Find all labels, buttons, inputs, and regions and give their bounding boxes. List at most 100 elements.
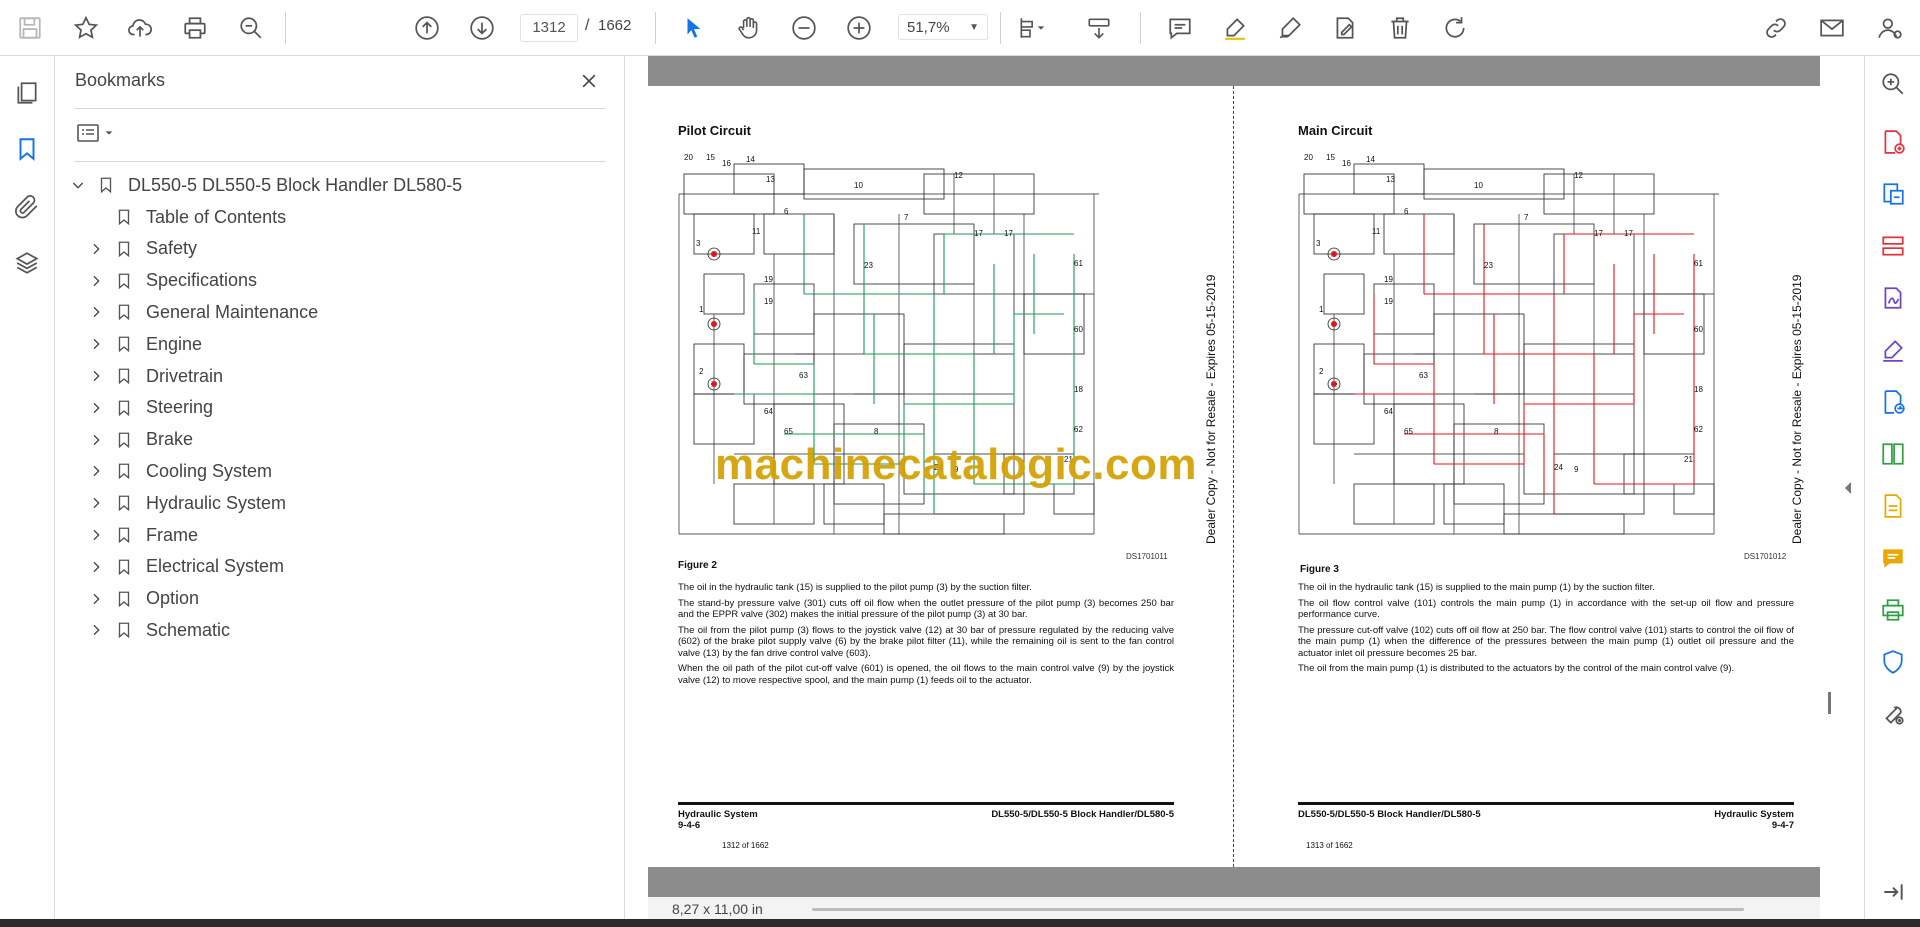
- vertical-scrollbar[interactable]: [1828, 692, 1831, 714]
- chevron-right-icon[interactable]: [86, 461, 106, 481]
- bookmark-item[interactable]: Drivetrain: [86, 361, 223, 391]
- bookmark-item[interactable]: General Maintenance: [86, 297, 318, 327]
- send-for-review-icon[interactable]: [1877, 386, 1909, 418]
- star-icon[interactable]: [68, 10, 104, 46]
- zoom-search-icon[interactable]: [233, 10, 269, 46]
- email-icon[interactable]: [1814, 10, 1850, 46]
- bookmark-panel-icon[interactable]: [10, 132, 44, 166]
- bookmark-item[interactable]: Option: [86, 584, 199, 614]
- footer-model: DL550-5/DL550-5 Block Handler/DL580-5: [991, 809, 1174, 820]
- chevron-right-icon[interactable]: [86, 302, 106, 322]
- zoom-level-select[interactable]: 51,7% ▼: [898, 14, 988, 40]
- schematic-label: 10: [1474, 181, 1483, 190]
- page-thumbnails-icon[interactable]: [10, 76, 44, 110]
- bookmark-item[interactable]: Steering: [86, 393, 213, 423]
- schematic-label: 17: [974, 229, 983, 238]
- print-icon[interactable]: [177, 10, 213, 46]
- edit-pdf-icon[interactable]: [1877, 490, 1909, 522]
- schematic-label: 64: [1384, 407, 1393, 416]
- zoom-out-icon[interactable]: [786, 10, 822, 46]
- bookmark-item[interactable]: Frame: [86, 520, 198, 550]
- bookmark-item[interactable]: Brake: [86, 425, 193, 455]
- bookmark-label: Safety: [146, 238, 198, 259]
- attachment-icon[interactable]: [10, 190, 44, 224]
- zoom-in-icon[interactable]: [841, 10, 877, 46]
- bookmark-icon: [114, 333, 134, 355]
- chevron-right-icon[interactable]: [86, 366, 106, 386]
- chevron-right-icon[interactable]: [86, 398, 106, 418]
- schematic-label: 63: [799, 371, 808, 380]
- chevron-right-icon[interactable]: [86, 589, 106, 609]
- zoom-search-icon[interactable]: [1877, 68, 1909, 100]
- print-production-icon[interactable]: [1877, 594, 1909, 626]
- bookmark-item[interactable]: Schematic: [86, 615, 230, 645]
- organize-pages-icon[interactable]: [1877, 230, 1909, 262]
- delete-icon[interactable]: [1382, 10, 1418, 46]
- bookmark-label: Specifications: [146, 270, 258, 291]
- fill-sign-icon[interactable]: [1327, 10, 1363, 46]
- schematic-label: 1: [1319, 305, 1324, 314]
- expand-panel-icon[interactable]: [1877, 876, 1909, 908]
- layers-icon[interactable]: [10, 246, 44, 280]
- bookmark-item[interactable]: Specifications: [86, 266, 257, 296]
- fill-sign-icon[interactable]: [1877, 334, 1909, 366]
- horizontal-scrollbar[interactable]: [812, 908, 1744, 911]
- bookmark-item[interactable]: Electrical System: [86, 552, 284, 582]
- save-icon[interactable]: [12, 10, 48, 46]
- chevron-right-icon[interactable]: [86, 239, 106, 259]
- chevron-down-icon[interactable]: [1034, 10, 1048, 46]
- chevron-right-icon[interactable]: [86, 620, 106, 640]
- chevron-right-icon[interactable]: [86, 334, 106, 354]
- comment-icon[interactable]: [1162, 10, 1198, 46]
- schematic-component: [1023, 293, 1085, 355]
- more-tools-icon[interactable]: [1877, 698, 1909, 730]
- create-pdf-icon[interactable]: [1877, 126, 1909, 158]
- close-icon[interactable]: [576, 68, 602, 94]
- chevron-right-icon[interactable]: [86, 430, 106, 450]
- bookmark-root[interactable]: DL550-5 DL550-5 Block Handler DL580-5: [68, 170, 462, 200]
- section-title: Pilot Circuit: [678, 123, 751, 138]
- schematic-label: 19: [1384, 275, 1393, 284]
- chevron-right-icon[interactable]: [86, 525, 106, 545]
- schematic-component: [703, 273, 745, 315]
- chevron-right-icon[interactable]: [86, 557, 106, 577]
- page-number-input[interactable]: 1312: [520, 14, 578, 42]
- compare-files-icon[interactable]: [1877, 438, 1909, 470]
- schematic-label: 17: [1624, 229, 1633, 238]
- schematic-label: 65: [1404, 427, 1413, 436]
- bookmark-options-button[interactable]: [76, 118, 128, 148]
- scroll-mode-icon[interactable]: [1081, 10, 1117, 46]
- bookmark-item[interactable]: Cooling System: [86, 456, 272, 486]
- comment-icon[interactable]: [1877, 542, 1909, 574]
- collapse-right-panel-icon[interactable]: [1840, 478, 1856, 498]
- page-down-icon[interactable]: [464, 10, 500, 46]
- bookmark-label: Brake: [146, 429, 194, 450]
- schematic-component: [693, 393, 755, 445]
- chevron-right-icon[interactable]: [86, 493, 106, 513]
- export-pdf-icon[interactable]: [1877, 178, 1909, 210]
- bookmark-item[interactable]: Safety: [86, 234, 197, 264]
- bookmark-item[interactable]: Table of Contents: [86, 202, 286, 232]
- highlight-icon[interactable]: [1217, 10, 1253, 46]
- upload-icon[interactable]: [122, 10, 158, 46]
- select-arrow-icon[interactable]: [676, 10, 712, 46]
- account-icon[interactable]: [1872, 10, 1908, 46]
- divider: [74, 108, 606, 109]
- bookmark-icon: [114, 429, 134, 451]
- draw-icon[interactable]: [1272, 10, 1308, 46]
- chevron-down-icon[interactable]: [68, 175, 88, 195]
- chevron-right-icon[interactable]: [86, 271, 106, 291]
- section-title: Main Circuit: [1298, 123, 1373, 138]
- rotate-icon[interactable]: [1437, 10, 1473, 46]
- share-link-icon[interactable]: [1758, 10, 1794, 46]
- sign-icon[interactable]: [1877, 282, 1909, 314]
- chevron-down-icon: [105, 131, 113, 135]
- bookmark-item[interactable]: Hydraulic System: [86, 488, 286, 518]
- schematic-component: [883, 513, 1005, 535]
- schematic-label: 65: [784, 427, 793, 436]
- page-up-icon[interactable]: [409, 10, 445, 46]
- hand-icon[interactable]: [731, 10, 767, 46]
- bookmark-item[interactable]: Engine: [86, 329, 202, 359]
- protect-icon[interactable]: [1877, 646, 1909, 678]
- schematic-label: 16: [1342, 159, 1351, 168]
